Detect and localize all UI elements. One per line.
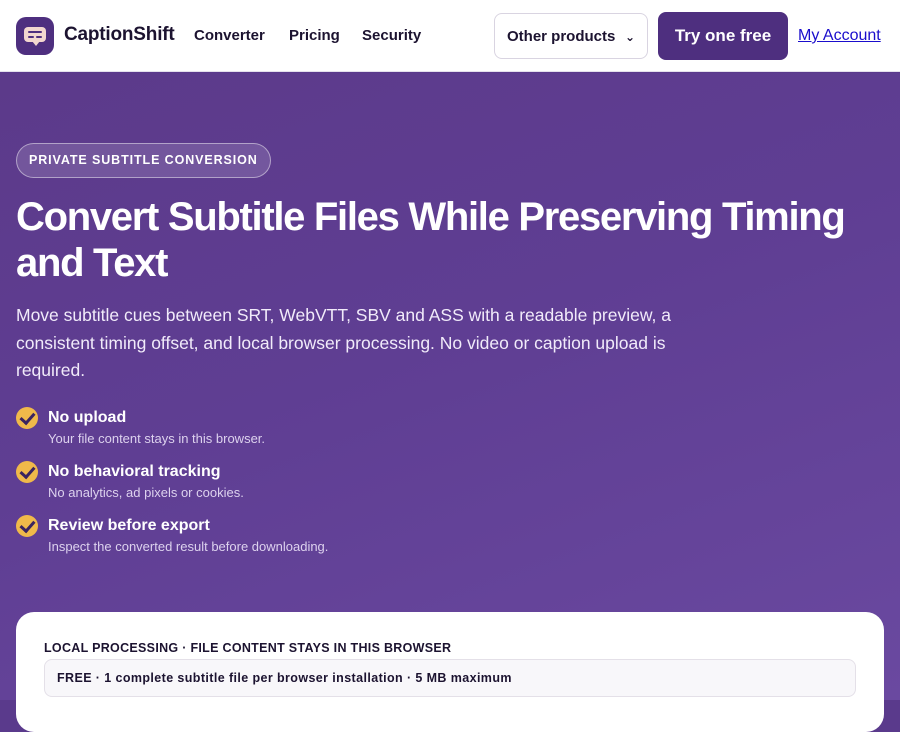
check-circle-icon [16, 407, 38, 429]
feature-description: Inspect the converted result before down… [48, 539, 329, 554]
try-one-free-button[interactable]: Try one free [658, 12, 788, 60]
my-account-link[interactable]: My Account [798, 27, 881, 45]
hero-description: Move subtitle cues between SRT, WebVTT, … [16, 305, 671, 380]
caption-bubble-icon[interactable] [16, 17, 54, 55]
feature-description: No analytics, ad pixels or cookies. [48, 485, 244, 500]
nav-converter[interactable]: Converter [194, 27, 265, 44]
other-products-dropdown[interactable]: Other products ⌄ [494, 13, 648, 59]
converter-card: LOCAL PROCESSING · FILE CONTENT STAYS IN… [16, 612, 884, 732]
check-circle-icon [16, 515, 38, 537]
feature-title: No upload [48, 409, 127, 426]
brand-name[interactable]: CaptionShift [64, 24, 175, 46]
top-navigation: CaptionShift Converter Pricing Security … [0, 0, 900, 72]
nav-pricing[interactable]: Pricing [289, 27, 340, 44]
page-title: Convert Subtitle Files While Preserving … [16, 195, 846, 285]
feature-description: Your file content stays in this browser. [48, 431, 266, 446]
check-circle-icon [16, 461, 38, 483]
feature-title: No behavioral tracking [48, 463, 221, 480]
other-products-label: Other products [507, 28, 616, 45]
nav-security[interactable]: Security [362, 27, 421, 44]
hero-section: PRIVATE SUBTITLE CONVERSION Convert Subt… [0, 73, 900, 732]
free-tier-banner: FREE · 1 complete subtitle file per brow… [44, 659, 856, 697]
processing-notice: LOCAL PROCESSING · FILE CONTENT STAYS IN… [44, 641, 452, 655]
feature-title: Review before export [48, 517, 210, 534]
eyebrow-badge: PRIVATE SUBTITLE CONVERSION [16, 143, 271, 178]
chevron-down-icon: ⌄ [625, 30, 636, 44]
